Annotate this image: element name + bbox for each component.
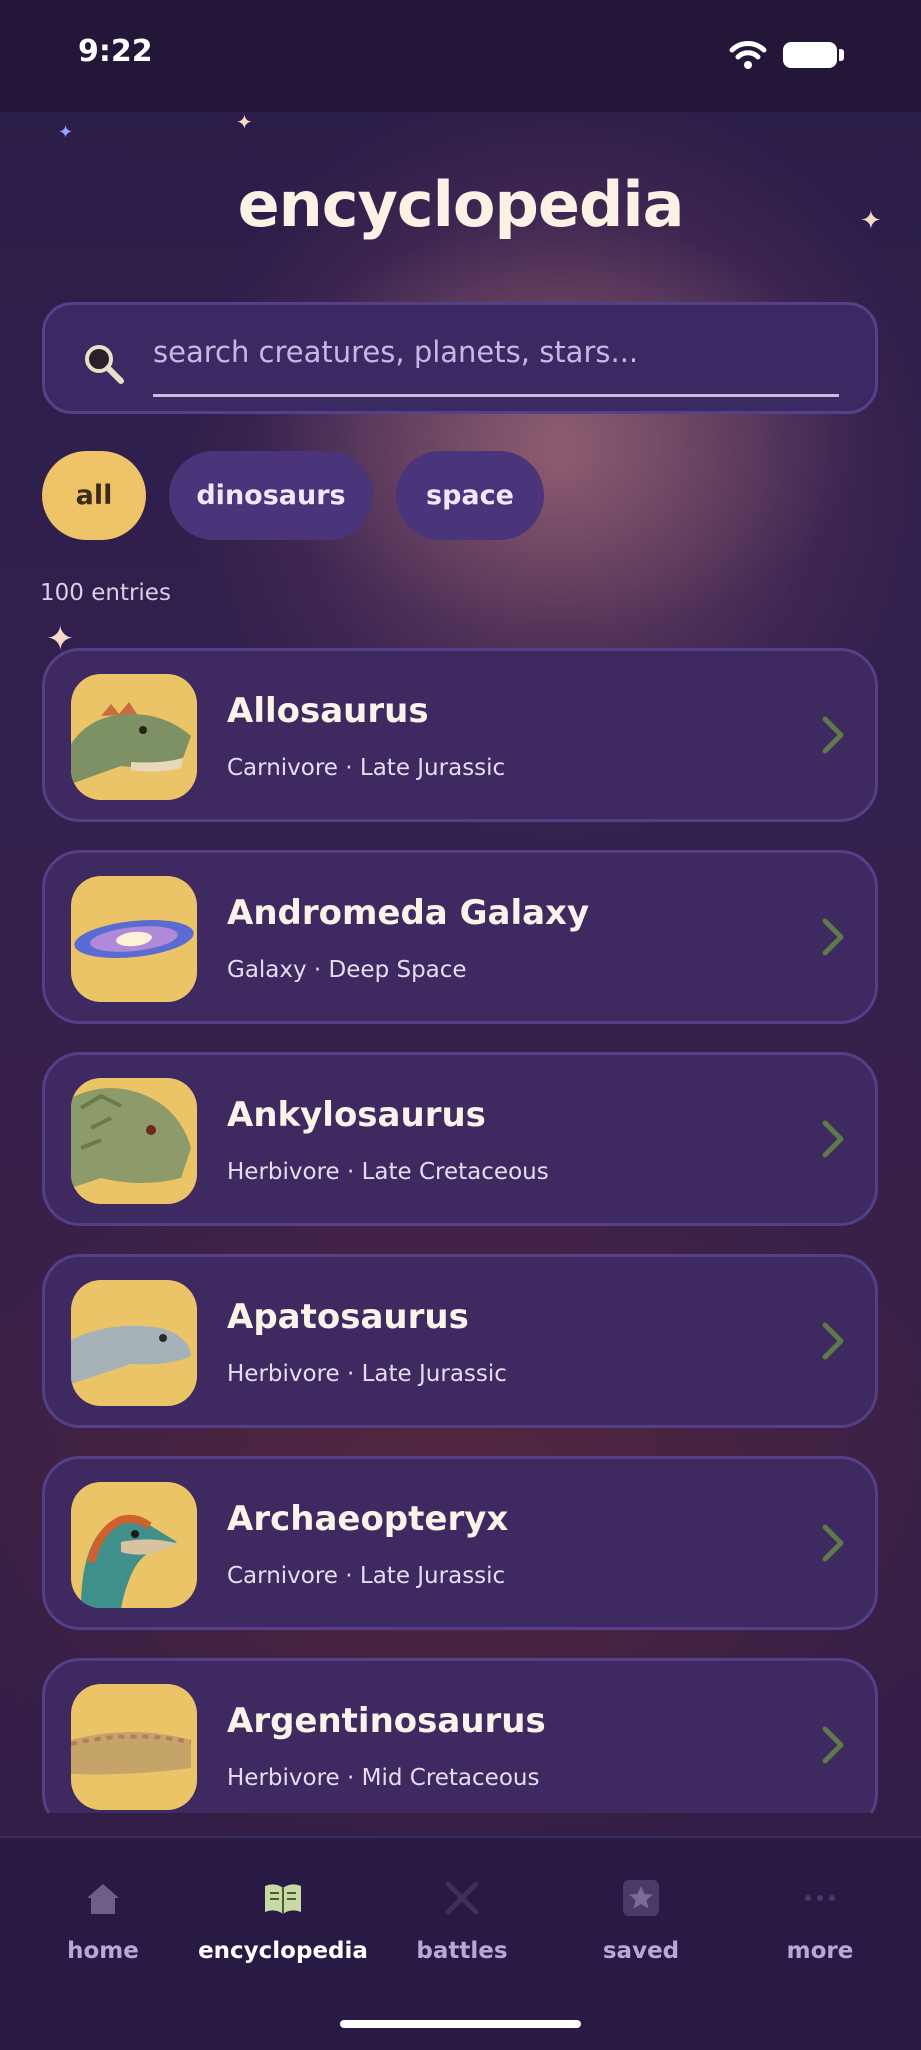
status-bar: 9:22 <box>0 0 921 112</box>
planet-decoration <box>250 220 870 640</box>
chevron-right-icon <box>822 716 844 754</box>
status-time: 9:22 <box>78 34 153 69</box>
entry-count: 100 entries <box>40 580 171 606</box>
page-title: encyclopedia <box>237 168 685 241</box>
archaeopteryx-thumbnail <box>71 1482 197 1608</box>
crossed-swords-icon <box>445 1881 479 1915</box>
tab-label: home <box>67 1938 139 1964</box>
star-badge-icon <box>623 1880 659 1916</box>
filter-chip-all[interactable]: all <box>42 451 146 540</box>
entry-list: Allosaurus Carnivore · Late Jurassic And… <box>42 648 880 1813</box>
entry-name: Andromeda Galaxy <box>227 893 590 933</box>
tab-bar: home encyclopedia battles saved more <box>0 1836 921 2050</box>
tab-battles[interactable]: battles <box>370 1838 554 1978</box>
apatosaurus-thumbnail <box>71 1280 197 1406</box>
tab-saved[interactable]: saved <box>549 1838 733 1978</box>
tab-home[interactable]: home <box>11 1838 195 1978</box>
entry-subtitle: Herbivore · Late Jurassic <box>227 1361 507 1387</box>
entry-subtitle: Herbivore · Mid Cretaceous <box>227 1765 540 1791</box>
entry-subtitle: Galaxy · Deep Space <box>227 957 467 983</box>
home-indicator[interactable] <box>340 2020 581 2028</box>
entry-card-andromeda-galaxy[interactable]: Andromeda Galaxy Galaxy · Deep Space <box>42 850 878 1024</box>
search-bar[interactable]: search creatures, planets, stars... <box>42 302 878 414</box>
entry-name: Ankylosaurus <box>227 1095 486 1135</box>
entry-card-archaeopteryx[interactable]: Archaeopteryx Carnivore · Late Jurassic <box>42 1456 878 1630</box>
entry-subtitle: Carnivore · Late Jurassic <box>227 755 506 781</box>
battery-cap <box>839 49 844 61</box>
sparkle-icon: ✦ <box>58 122 74 143</box>
entry-card-apatosaurus[interactable]: Apatosaurus Herbivore · Late Jurassic <box>42 1254 878 1428</box>
entry-card-argentinosaurus[interactable]: Argentinosaurus Herbivore · Mid Cretaceo… <box>42 1658 878 1813</box>
entry-name: Allosaurus <box>227 691 429 731</box>
chevron-right-icon <box>822 1524 844 1562</box>
filter-chip-dinosaurs[interactable]: dinosaurs <box>169 451 373 540</box>
entry-subtitle: Herbivore · Late Cretaceous <box>227 1159 549 1185</box>
entry-name: Archaeopteryx <box>227 1499 509 1539</box>
filter-chip-space[interactable]: space <box>396 451 544 540</box>
tab-label: saved <box>602 1938 680 1964</box>
sparkle-icon: ✦ <box>236 110 253 134</box>
ankylosaurus-thumbnail <box>71 1078 197 1204</box>
tab-encyclopedia[interactable]: encyclopedia <box>191 1838 375 1978</box>
tab-label: more <box>786 1938 854 1964</box>
tab-label: encyclopedia <box>198 1938 368 1964</box>
chevron-right-icon <box>822 1726 844 1764</box>
entry-card-allosaurus[interactable]: Allosaurus Carnivore · Late Jurassic <box>42 648 878 822</box>
tab-more[interactable]: more <box>728 1838 912 1978</box>
tab-label: battles <box>416 1938 508 1964</box>
entry-name: Apatosaurus <box>227 1297 469 1337</box>
chevron-right-icon <box>822 1322 844 1360</box>
andromeda-galaxy-thumbnail <box>71 876 197 1002</box>
wifi-icon <box>729 41 767 69</box>
chevron-right-icon <box>822 1120 844 1158</box>
entry-subtitle: Carnivore · Late Jurassic <box>227 1563 506 1589</box>
argentinosaurus-thumbnail <box>71 1684 197 1810</box>
open-book-icon <box>265 1884 301 1914</box>
entry-card-ankylosaurus[interactable]: Ankylosaurus Herbivore · Late Cretaceous <box>42 1052 878 1226</box>
search-input[interactable]: search creatures, planets, stars... <box>153 335 638 369</box>
battery-icon <box>783 42 837 68</box>
house-icon <box>87 1884 119 1914</box>
chevron-right-icon <box>822 918 844 956</box>
entry-name: Argentinosaurus <box>227 1701 546 1741</box>
search-underline <box>153 394 839 397</box>
allosaurus-thumbnail <box>71 674 197 800</box>
search-icon <box>85 345 124 384</box>
ellipsis-icon <box>805 1895 835 1901</box>
